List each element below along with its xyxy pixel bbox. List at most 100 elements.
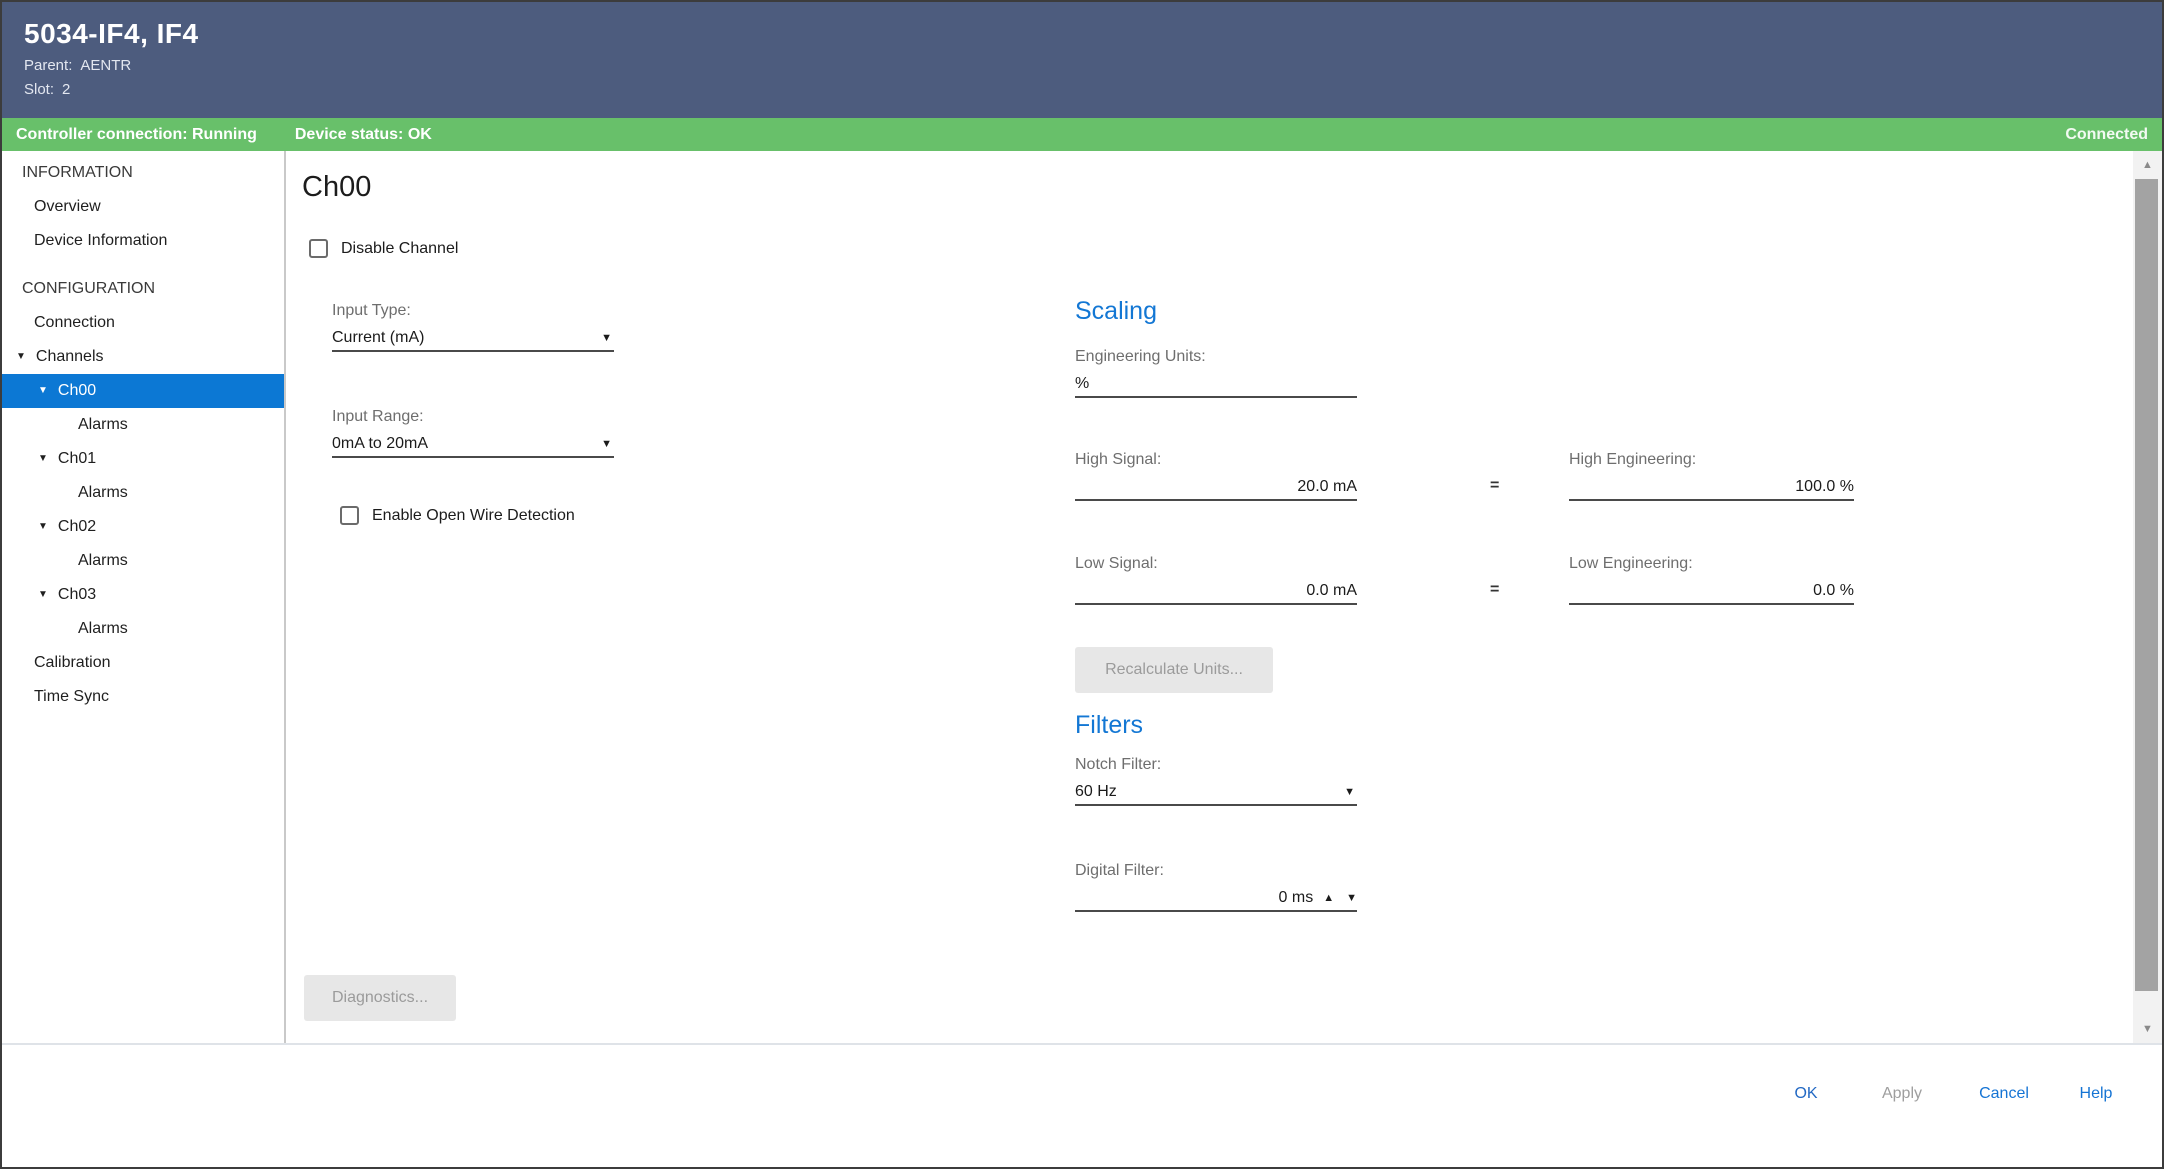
- disable-channel-checkbox[interactable]: [309, 239, 328, 258]
- low-signal-field[interactable]: 0.0 mA: [1075, 579, 1357, 605]
- sidebar-item-ch01-alarms[interactable]: Alarms: [2, 476, 284, 510]
- nav-label: Device Information: [34, 224, 167, 258]
- parent-line: Parent: AENTR: [24, 57, 2162, 74]
- engineering-units-field[interactable]: %: [1075, 372, 1357, 398]
- input-range-label: Input Range:: [332, 407, 614, 427]
- engineering-units-group: Engineering Units: %: [1075, 347, 1357, 398]
- low-signal-group: Low Signal: 0.0 mA: [1075, 554, 1357, 605]
- sidebar-item-connection[interactable]: Connection: [2, 306, 284, 340]
- vertical-scrollbar[interactable]: ▲ ▼: [2133, 151, 2162, 1043]
- scroll-down-icon[interactable]: ▼: [2133, 1023, 2162, 1035]
- device-status: Device status: OK: [295, 126, 432, 144]
- high-engineering-value: 100.0 %: [1795, 474, 1854, 500]
- nav-label: Ch02: [58, 510, 96, 544]
- high-signal-field[interactable]: 20.0 mA: [1075, 475, 1357, 501]
- sidebar-item-overview[interactable]: Overview: [2, 190, 284, 224]
- diagnostics-button[interactable]: Diagnostics...: [304, 975, 456, 1021]
- high-signal-label: High Signal:: [1075, 450, 1357, 470]
- nav-label: Ch00: [58, 374, 96, 408]
- notch-filter-dropdown[interactable]: 60 Hz ▼: [1075, 780, 1357, 806]
- sidebar-nav: INFORMATION Overview Device Information …: [2, 151, 286, 1043]
- slot-line: Slot: 2: [24, 81, 2162, 98]
- high-signal-value: 20.0 mA: [1297, 474, 1357, 500]
- equals-sign: =: [1490, 477, 1499, 495]
- sidebar-item-channels[interactable]: ▼ Channels: [2, 340, 284, 374]
- notch-filter-label: Notch Filter:: [1075, 755, 1357, 775]
- nav-label: Alarms: [78, 408, 128, 442]
- sidebar-item-time-sync[interactable]: Time Sync: [2, 680, 284, 714]
- spinner-up-icon[interactable]: ▲: [1323, 885, 1334, 911]
- help-button[interactable]: Help: [2066, 1072, 2126, 1116]
- sidebar-item-ch02-alarms[interactable]: Alarms: [2, 544, 284, 578]
- input-range-group: Input Range: 0mA to 20mA ▼: [332, 407, 614, 458]
- input-type-dropdown[interactable]: Current (mA) ▼: [332, 326, 614, 352]
- high-engineering-label: High Engineering:: [1569, 450, 1854, 470]
- notch-filter-group: Notch Filter: 60 Hz ▼: [1075, 755, 1357, 806]
- dropdown-arrow-icon: ▼: [1344, 779, 1357, 805]
- equals-sign: =: [1490, 581, 1499, 599]
- module-properties-dialog: 5034-IF4, IF4 Parent: AENTR Slot: 2 Contro…: [0, 0, 2164, 1169]
- nav-label: Alarms: [78, 544, 128, 578]
- low-engineering-group: Low Engineering: 0.0 %: [1569, 554, 1854, 605]
- recalculate-units-button[interactable]: Recalculate Units...: [1075, 647, 1273, 693]
- sidebar-item-ch03-alarms[interactable]: Alarms: [2, 612, 284, 646]
- input-type-group: Input Type: Current (mA) ▼: [332, 301, 614, 352]
- slot-value: 2: [62, 81, 70, 98]
- scroll-up-icon[interactable]: ▲: [2133, 159, 2162, 171]
- scrollbar-thumb[interactable]: [2135, 179, 2158, 991]
- module-title: 5034-IF4, IF4: [24, 18, 2162, 50]
- cancel-button[interactable]: Cancel: [1964, 1072, 2044, 1116]
- digital-filter-group: Digital Filter: 0 ms ▲ ▼: [1075, 861, 1357, 912]
- input-type-value: Current (mA): [332, 325, 424, 351]
- section-label: CONFIGURATION: [22, 272, 155, 306]
- dialog-footer: OK Apply Cancel Help: [2, 1043, 2162, 1167]
- spinner-down-icon[interactable]: ▼: [1346, 885, 1357, 911]
- chevron-down-icon[interactable]: ▼: [38, 510, 48, 544]
- sidebar-section-configuration: CONFIGURATION: [2, 272, 284, 306]
- low-engineering-label: Low Engineering:: [1569, 554, 1854, 574]
- sidebar-item-ch00[interactable]: ▼ Ch00: [2, 374, 284, 408]
- parent-label: Parent:: [24, 57, 72, 74]
- chevron-down-icon[interactable]: ▼: [38, 374, 48, 408]
- slot-label: Slot:: [24, 81, 54, 98]
- dropdown-arrow-icon: ▼: [601, 325, 614, 351]
- sidebar-section-information: INFORMATION: [2, 156, 284, 190]
- disable-channel-label: Disable Channel: [341, 240, 458, 258]
- digital-filter-field[interactable]: 0 ms ▲ ▼: [1075, 886, 1357, 912]
- parent-value: AENTR: [80, 57, 131, 74]
- open-wire-label: Enable Open Wire Detection: [372, 507, 575, 525]
- nav-label: Overview: [34, 190, 101, 224]
- channel-config-panel: Ch00 Disable Channel Input Type: Current…: [288, 151, 2132, 1043]
- controller-connection-status: Controller connection: Running: [16, 126, 257, 144]
- input-type-label: Input Type:: [332, 301, 614, 321]
- input-range-dropdown[interactable]: 0mA to 20mA ▼: [332, 432, 614, 458]
- dialog-body: INFORMATION Overview Device Information …: [2, 151, 2162, 1043]
- sidebar-item-ch00-alarms[interactable]: Alarms: [2, 408, 284, 442]
- ok-button[interactable]: OK: [1772, 1072, 1840, 1116]
- sidebar-item-ch03[interactable]: ▼Ch03: [2, 578, 284, 612]
- low-engineering-value: 0.0 %: [1813, 578, 1854, 604]
- apply-button[interactable]: Apply: [1862, 1072, 1942, 1116]
- sidebar-item-device-information[interactable]: Device Information: [2, 224, 284, 258]
- low-signal-value: 0.0 mA: [1306, 578, 1357, 604]
- digital-filter-value: 0 ms: [1279, 885, 1314, 911]
- page-title: Ch00: [302, 171, 371, 204]
- input-range-value: 0mA to 20mA: [332, 431, 428, 457]
- low-engineering-field[interactable]: 0.0 %: [1569, 579, 1854, 605]
- nav-label: Time Sync: [34, 680, 109, 714]
- high-engineering-field[interactable]: 100.0 %: [1569, 475, 1854, 501]
- chevron-down-icon[interactable]: ▼: [38, 578, 48, 612]
- low-signal-label: Low Signal:: [1075, 554, 1357, 574]
- sidebar-item-calibration[interactable]: Calibration: [2, 646, 284, 680]
- chevron-down-icon[interactable]: ▼: [38, 442, 48, 476]
- connection-state-badge: Connected: [2065, 126, 2148, 144]
- sidebar-item-ch01[interactable]: ▼Ch01: [2, 442, 284, 476]
- status-bar: Controller connection: Running Device st…: [2, 118, 2162, 151]
- disable-channel-row: Disable Channel: [309, 239, 458, 258]
- nav-label: Channels: [36, 340, 104, 374]
- sidebar-item-ch02[interactable]: ▼ Ch02: [2, 510, 284, 544]
- notch-filter-value: 60 Hz: [1075, 779, 1117, 805]
- chevron-down-icon[interactable]: ▼: [16, 340, 26, 374]
- open-wire-checkbox[interactable]: [340, 506, 359, 525]
- nav-label: Connection: [34, 306, 115, 340]
